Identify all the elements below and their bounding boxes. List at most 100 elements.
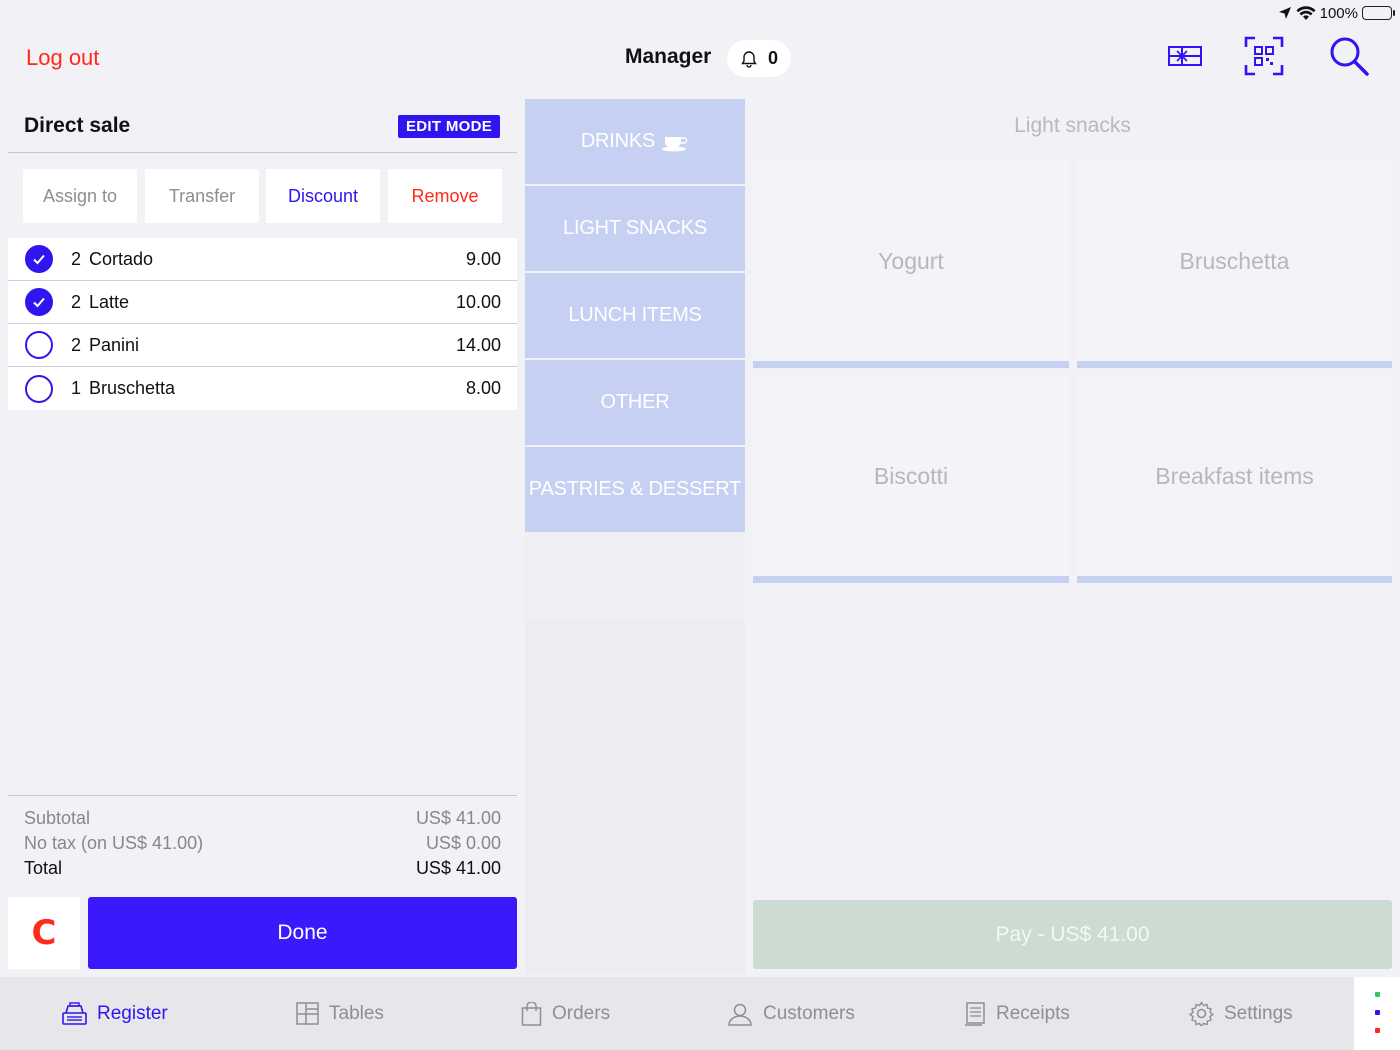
location-arrow-icon — [1278, 7, 1291, 19]
clear-logo-icon: C — [31, 913, 57, 953]
tab-label: Receipts — [996, 1002, 1070, 1024]
product-tile-yogurt[interactable]: Yogurt — [753, 160, 1069, 368]
subtotal-label: Subtotal — [24, 808, 91, 828]
total-label: Total — [24, 858, 63, 878]
category-other[interactable]: OTHER — [525, 360, 745, 445]
subtotal-row: Subtotal US$ 41.00 — [24, 808, 501, 829]
tab-label: Register — [97, 1002, 168, 1024]
tax-row: No tax (on US$ 41.00) US$ 0.00 — [24, 833, 501, 854]
tab-label: Customers — [763, 1002, 855, 1024]
orders-bag-icon — [521, 1001, 542, 1026]
item-price: 10.00 — [455, 291, 501, 312]
tab-label: Settings — [1224, 1002, 1293, 1024]
order-item-row[interactable]: 2 Cortado 9.00 — [8, 238, 517, 281]
status-bar: 100% — [1278, 3, 1395, 23]
total-row: Total US$ 41.00 — [24, 858, 501, 879]
gift-card-icon — [1168, 46, 1202, 66]
product-section-title: Light snacks — [1014, 114, 1131, 137]
product-tile-biscotti[interactable]: Biscotti — [753, 375, 1069, 583]
item-name: Panini — [89, 334, 140, 355]
tab-label: Orders — [552, 1002, 611, 1024]
totals-divider — [8, 795, 517, 796]
category-label: DRINKS — [580, 130, 656, 152]
category-pastries-dessert[interactable]: PASTRIES & DESSERT — [525, 447, 745, 532]
user-name: Manager — [625, 45, 712, 68]
remove-button[interactable]: Remove — [388, 169, 502, 223]
customers-icon — [728, 1003, 752, 1026]
checkbox-unchecked-icon[interactable] — [25, 331, 53, 359]
blue-dot-icon — [1375, 1010, 1380, 1015]
battery-percent: 100% — [1319, 4, 1358, 22]
product-tile-bar — [753, 576, 1069, 583]
coffee-cup-icon — [662, 136, 688, 151]
wifi-icon — [1296, 5, 1316, 20]
tab-settings[interactable]: Settings — [1189, 977, 1293, 1050]
checkbox-unchecked-icon[interactable] — [25, 374, 53, 403]
tab-tables[interactable]: Tables — [296, 977, 384, 1050]
category-column-filler — [525, 620, 745, 975]
subtotal-value: US$ 41.00 — [415, 808, 501, 828]
total-value: US$ 41.00 — [415, 858, 501, 878]
search-icon — [1330, 37, 1369, 76]
item-quantity: 2 — [71, 334, 82, 355]
product-tile-bar — [1077, 361, 1392, 368]
discount-button[interactable]: Discount — [266, 169, 380, 223]
item-price: 9.00 — [465, 248, 501, 269]
product-tile-bruschetta[interactable]: Bruschetta — [1077, 160, 1392, 368]
qr-scan-icon — [1244, 36, 1284, 76]
item-quantity: 1 — [71, 378, 82, 398]
tab-register[interactable]: Register — [62, 977, 168, 1050]
order-item-row[interactable]: 1 Bruschetta 8.00 — [8, 367, 517, 410]
tables-icon — [296, 1002, 319, 1025]
settings-gear-icon — [1189, 1001, 1214, 1026]
checkbox-checked-icon[interactable] — [25, 245, 53, 273]
product-label: Biscotti — [873, 463, 949, 489]
transfer-button[interactable]: Transfer — [145, 169, 259, 223]
more-options-button[interactable] — [1354, 977, 1400, 1050]
category-light-snacks[interactable]: LIGHT SNACKS — [525, 186, 745, 271]
assign-to-button[interactable]: Assign to — [23, 169, 137, 223]
category-drinks[interactable]: DRINKS — [525, 99, 745, 184]
done-button[interactable]: Done — [88, 897, 517, 969]
search-button[interactable] — [1326, 34, 1372, 78]
item-quantity: 2 — [71, 248, 82, 269]
qr-scan-button[interactable] — [1242, 34, 1286, 78]
order-items-list: 2 Cortado 9.00 2 Latte 10.00 2 Panini 14… — [8, 238, 517, 410]
tab-receipts[interactable]: Receipts — [964, 977, 1070, 1050]
product-label: Bruschetta — [1179, 248, 1290, 274]
gift-card-button[interactable] — [1166, 34, 1204, 78]
notification-count: 0 — [767, 48, 778, 68]
item-name: Cortado — [89, 248, 154, 269]
product-tile-bar — [753, 361, 1069, 368]
logout-link[interactable]: Log out — [26, 45, 99, 71]
order-item-row[interactable]: 2 Panini 14.00 — [8, 324, 517, 367]
order-header-divider — [8, 152, 517, 153]
category-lunch-items[interactable]: LUNCH ITEMS — [525, 273, 745, 358]
battery-icon — [1362, 6, 1395, 20]
receipts-icon — [965, 1001, 985, 1026]
red-dot-icon — [1375, 1028, 1380, 1033]
order-title: Direct sale — [24, 114, 131, 137]
item-price: 8.00 — [465, 378, 501, 398]
tab-label: Tables — [329, 1002, 384, 1024]
product-label: Yogurt — [878, 248, 944, 274]
pay-button[interactable]: Pay - US$ 41.00 — [753, 900, 1392, 969]
category-empty-slot — [525, 534, 745, 619]
product-label: Breakfast items — [1155, 463, 1314, 489]
tab-customers[interactable]: Customers — [727, 977, 855, 1050]
tax-label: No tax (on US$ 41.00) — [24, 833, 204, 853]
order-item-row[interactable]: 2 Latte 10.00 — [8, 281, 517, 324]
green-dot-icon — [1375, 992, 1380, 997]
item-name: Latte — [89, 291, 130, 312]
item-name: Bruschetta — [89, 378, 176, 398]
checkbox-checked-icon[interactable] — [25, 288, 53, 316]
product-tile-bar — [1077, 576, 1392, 583]
bell-icon — [741, 50, 757, 68]
edit-mode-badge[interactable]: EDIT MODE — [398, 115, 501, 138]
item-quantity: 2 — [71, 291, 82, 312]
clear-button[interactable]: C — [8, 897, 80, 969]
tab-orders[interactable]: Orders — [521, 977, 610, 1050]
product-tile-breakfast-items[interactable]: Breakfast items — [1077, 375, 1392, 583]
notifications-button[interactable]: 0 — [727, 40, 791, 77]
item-price: 14.00 — [455, 334, 501, 355]
